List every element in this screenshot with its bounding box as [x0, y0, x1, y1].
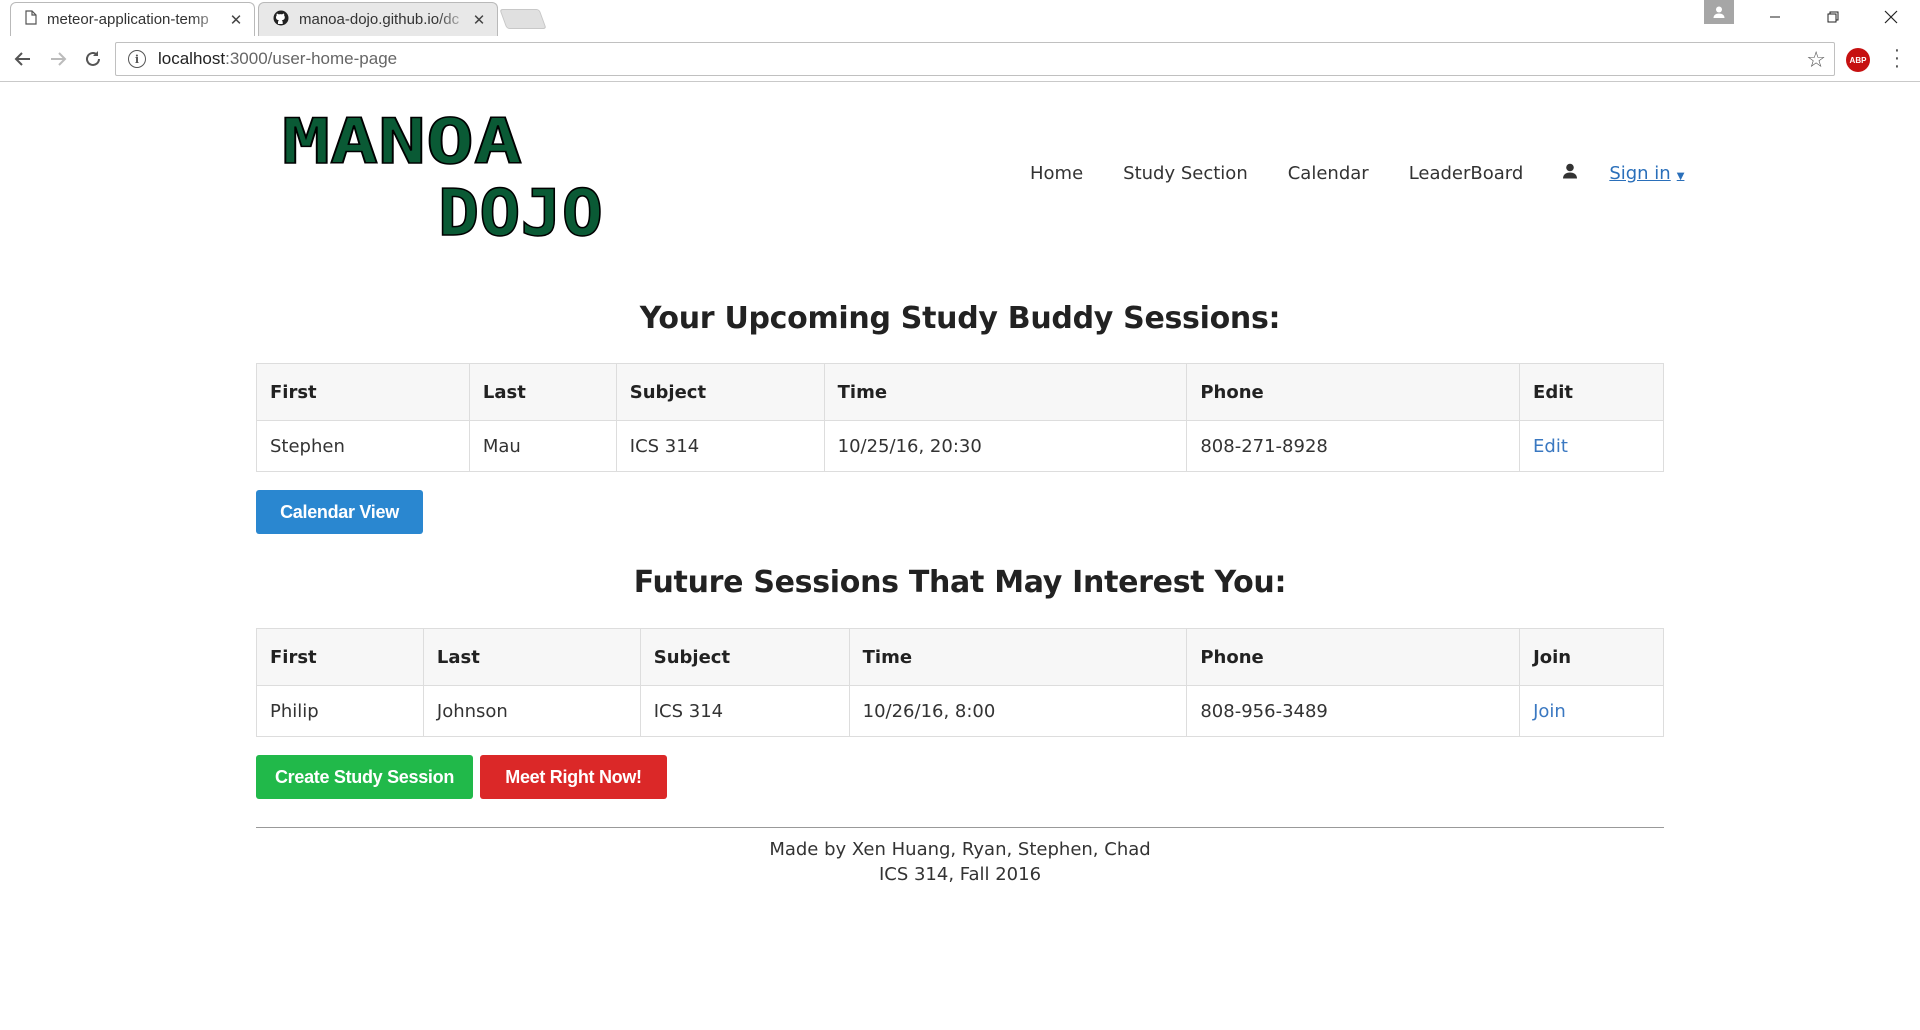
column-header-phone: Phone: [1186, 628, 1521, 686]
page-content: MANOA DOJO Home Study Section Calendar L…: [0, 83, 1920, 1030]
minimize-icon: [1770, 16, 1780, 18]
footer-divider: [256, 827, 1664, 828]
forward-arrow-icon: [51, 52, 67, 66]
cell-phone: 808-271-8928: [1186, 420, 1521, 472]
meet-right-now-button[interactable]: Meet Right Now!: [480, 755, 667, 799]
table-row: Philip Johnson ICS 314 10/26/16, 8:00 80…: [256, 685, 1664, 737]
cell-subject: ICS 314: [639, 685, 850, 737]
join-link[interactable]: Join: [1533, 701, 1566, 722]
upcoming-sessions-table: First Last Subject Time Phone Edit Steph…: [256, 363, 1664, 472]
browser-toolbar: i localhost:3000/user-home-page ☆ ABP · ·…: [0, 36, 1920, 82]
url-host: localhost: [158, 49, 226, 68]
footer-course: ICS 314, Fall 2016: [878, 864, 1042, 885]
cell-first: Stephen: [256, 420, 470, 472]
browser-tab-inactive[interactable]: manoa-dojo.github.io/dc ✕: [258, 2, 498, 36]
close-icon: [1884, 10, 1898, 24]
cell-last: Johnson: [422, 685, 641, 737]
browser-tabstrip: meteor-application-temp ✕ manoa-dojo.git…: [0, 0, 1920, 36]
cell-first: Philip: [256, 685, 424, 737]
tab-title: manoa-dojo.github.io/dc: [299, 11, 460, 28]
address-bar[interactable]: i localhost:3000/user-home-page ☆: [115, 42, 1835, 76]
edit-link[interactable]: Edit: [1533, 436, 1568, 457]
column-header-first: First: [256, 628, 424, 686]
column-header-subject: Subject: [639, 628, 850, 686]
back-button[interactable]: [10, 46, 36, 72]
bookmark-star-icon[interactable]: ☆: [1806, 47, 1826, 73]
upcoming-sessions-title: Your Upcoming Study Buddy Sessions:: [639, 301, 1281, 336]
future-sessions-table: First Last Subject Time Phone Join Phili…: [256, 628, 1664, 737]
table-row: Stephen Mau ICS 314 10/25/16, 20:30 808-…: [256, 420, 1664, 472]
info-icon[interactable]: i: [128, 50, 146, 68]
column-header-time: Time: [823, 363, 1188, 421]
column-header-phone: Phone: [1186, 363, 1521, 421]
adblock-plus-icon[interactable]: ABP: [1846, 48, 1870, 72]
cell-last: Mau: [468, 420, 617, 472]
column-header-last: Last: [468, 363, 617, 421]
nav-study-section[interactable]: Study Section: [1123, 163, 1248, 184]
user-icon[interactable]: [1563, 163, 1578, 184]
forward-button[interactable]: [45, 46, 71, 72]
browser-tab-active[interactable]: meteor-application-temp ✕: [10, 2, 255, 36]
sign-in-dropdown[interactable]: Sign in ▼: [1609, 163, 1684, 184]
calendar-view-button[interactable]: Calendar View: [256, 490, 423, 534]
main-nav: Home Study Section Calendar LeaderBoard …: [1030, 163, 1684, 184]
caret-down-icon: ▼: [1676, 171, 1685, 182]
column-header-last: Last: [422, 628, 641, 686]
url-path: :3000/user-home-page: [225, 49, 398, 68]
github-icon: [273, 10, 289, 30]
nav-home[interactable]: Home: [1030, 163, 1083, 184]
close-window-button[interactable]: [1862, 0, 1920, 34]
table-header-row: First Last Subject Time Phone Edit: [256, 363, 1664, 421]
footer: Made by Xen Huang, Ryan, Stephen, Chad I…: [0, 837, 1920, 887]
cell-action: Edit: [1519, 420, 1664, 472]
manoa-dojo-logo[interactable]: MANOA DOJO: [280, 105, 610, 245]
column-header-subject: Subject: [615, 363, 825, 421]
person-icon: [1713, 6, 1725, 18]
column-header-time: Time: [848, 628, 1188, 686]
cell-action: Join: [1519, 685, 1664, 737]
tab-title: meteor-application-temp: [47, 11, 209, 28]
nav-leaderboard[interactable]: LeaderBoard: [1409, 163, 1524, 184]
profile-button[interactable]: [1704, 0, 1734, 24]
create-study-session-button[interactable]: Create Study Session: [256, 755, 473, 799]
column-header-edit: Edit: [1519, 363, 1664, 421]
close-tab-icon[interactable]: ✕: [471, 11, 487, 29]
browser-menu-icon[interactable]: · · ·: [1892, 40, 1902, 76]
cell-subject: ICS 314: [615, 420, 825, 472]
column-header-first: First: [256, 363, 470, 421]
column-header-join: Join: [1519, 628, 1664, 686]
page-icon: [25, 10, 37, 29]
restore-icon: [1827, 11, 1839, 23]
cell-phone: 808-956-3489: [1186, 685, 1521, 737]
close-tab-icon[interactable]: ✕: [228, 11, 244, 29]
cell-time: 10/26/16, 8:00: [848, 685, 1188, 737]
new-tab-button[interactable]: [499, 9, 547, 29]
table-header-row: First Last Subject Time Phone Join: [256, 628, 1664, 686]
footer-credits: Made by Xen Huang, Ryan, Stephen, Chad: [769, 839, 1151, 860]
nav-calendar[interactable]: Calendar: [1288, 163, 1369, 184]
reload-icon: [86, 51, 100, 66]
reload-button[interactable]: [80, 46, 106, 72]
future-sessions-title: Future Sessions That May Interest You:: [633, 565, 1287, 600]
cell-time: 10/25/16, 20:30: [823, 420, 1188, 472]
back-arrow-icon: [14, 52, 30, 66]
logo-line-2: DOJO: [438, 177, 603, 245]
minimize-button[interactable]: [1746, 0, 1804, 34]
sign-in-label: Sign in: [1609, 163, 1671, 184]
logo-line-1: MANOA: [282, 105, 522, 178]
window-controls: [1746, 0, 1920, 34]
restore-button[interactable]: [1804, 0, 1862, 34]
